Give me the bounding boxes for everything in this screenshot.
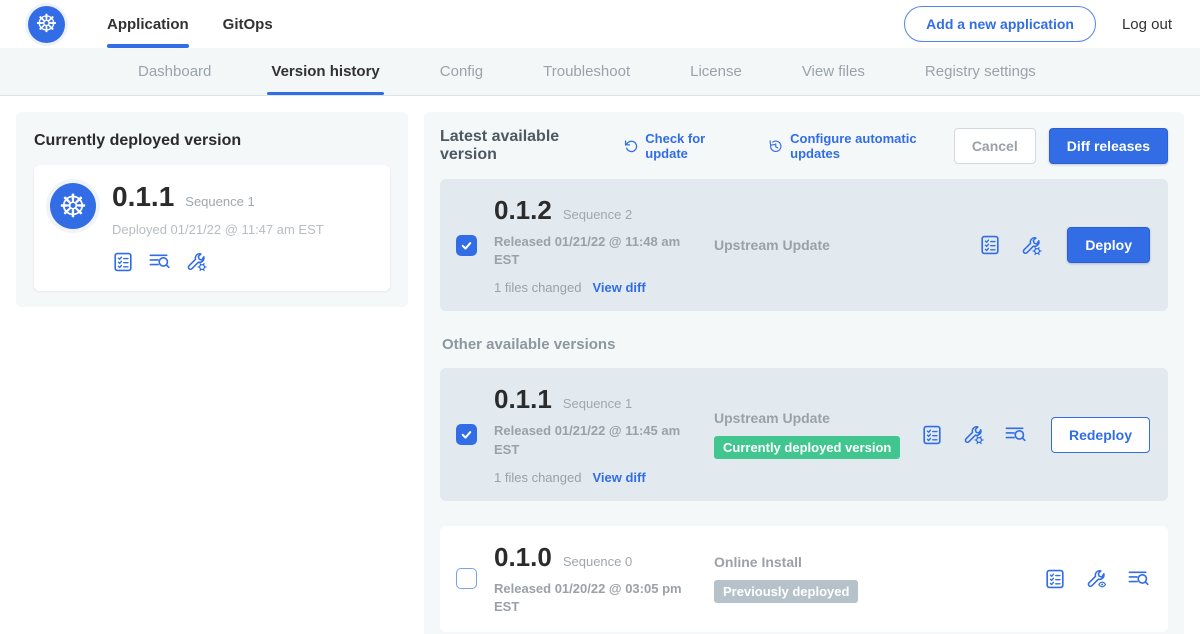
preflight-checklist-icon[interactable] (1044, 568, 1066, 590)
subtab-view-files[interactable]: View files (802, 48, 865, 95)
view-diff-link[interactable]: View diff (592, 470, 645, 485)
released-timestamp: Released 01/21/22 @ 11:45 am EST (494, 422, 689, 458)
sequence-label: Sequence 2 (563, 207, 632, 222)
kubernetes-glyph: ☸ (35, 12, 57, 37)
configure-updates-label: Configure automatic updates (790, 131, 954, 161)
released-timestamp: Released 01/20/22 @ 03:05 pm EST (494, 580, 689, 616)
version-checkbox[interactable] (456, 235, 477, 256)
version-actions: Redeploy (921, 417, 1152, 453)
other-versions-title: Other available versions (442, 336, 1168, 353)
kubernetes-glyph: ☸ (59, 190, 88, 222)
version-row-0-1-1: 0.1.1 Sequence 1 Released 01/21/22 @ 11:… (440, 368, 1168, 500)
version-number: 0.1.1 (494, 384, 552, 415)
currently-deployed-title: Currently deployed version (34, 132, 390, 150)
subtab-version-history[interactable]: Version history (271, 48, 379, 95)
subtab-license[interactable]: License (690, 48, 742, 95)
check-for-update-label: Check for update (645, 131, 741, 161)
deploy-logs-icon[interactable] (148, 250, 171, 273)
header-actions: Cancel Diff releases (954, 128, 1168, 164)
app-subnav: Dashboard Version history Config Trouble… (0, 48, 1200, 96)
version-info: 0.1.0 Sequence 0 Released 01/20/22 @ 03:… (494, 542, 700, 616)
version-info: 0.1.1 Sequence 1 Released 01/21/22 @ 11:… (494, 384, 700, 484)
preflight-checklist-icon[interactable] (112, 251, 134, 273)
diff-releases-button[interactable]: Diff releases (1049, 128, 1168, 164)
sequence-label: Sequence 1 (563, 396, 632, 411)
currently-deployed-panel: Currently deployed version ☸ 0.1.1 Seque… (16, 112, 408, 307)
cancel-button[interactable]: Cancel (954, 128, 1036, 164)
deploy-button[interactable]: Deploy (1067, 227, 1150, 263)
configure-updates-link[interactable]: Configure automatic updates (768, 131, 954, 161)
add-application-button[interactable]: Add a new application (904, 6, 1096, 42)
latest-version-title: Latest available version (440, 128, 605, 164)
subtab-config[interactable]: Config (440, 48, 483, 95)
config-wrench-icon[interactable] (962, 423, 985, 446)
version-source: Online Install Previously deployed (700, 554, 1044, 603)
deployed-version-info: 0.1.1 Sequence 1 Deployed 01/21/22 @ 11:… (112, 181, 324, 273)
sequence-label: Sequence 0 (563, 554, 632, 569)
subtab-troubleshoot[interactable]: Troubleshoot (543, 48, 630, 95)
latest-version-header: Latest available version Check for updat… (440, 128, 1168, 164)
preflight-checklist-icon[interactable] (979, 234, 1001, 256)
config-view-wrench-icon[interactable] (1085, 567, 1108, 590)
view-diff-link[interactable]: View diff (592, 280, 645, 295)
tab-gitops[interactable]: GitOps (223, 0, 273, 48)
version-info: 0.1.2 Sequence 2 Released 01/21/22 @ 11:… (494, 195, 700, 295)
preflight-checklist-icon[interactable] (921, 424, 943, 446)
deploy-logs-icon[interactable] (1127, 567, 1150, 590)
version-checkbox[interactable] (456, 424, 477, 445)
files-changed: 1 files changedView diff (494, 470, 700, 485)
deploy-logs-icon[interactable] (1004, 423, 1027, 446)
previously-deployed-badge: Previously deployed (714, 580, 858, 603)
version-actions: Deploy (979, 227, 1152, 263)
config-wrench-icon[interactable] (185, 250, 208, 273)
currently-deployed-badge: Currently deployed version (714, 436, 900, 459)
version-history-page: Currently deployed version ☸ 0.1.1 Seque… (0, 96, 1200, 634)
deployed-version-number: 0.1.1 (112, 181, 174, 213)
deployed-sequence-label: Sequence 1 (185, 194, 254, 209)
deployed-timestamp: Deployed 01/21/22 @ 11:47 am EST (112, 222, 324, 237)
version-actions (1044, 567, 1152, 590)
version-number: 0.1.2 (494, 195, 552, 226)
auto-update-clock-icon (768, 138, 783, 155)
files-changed: 1 files changedView diff (494, 280, 700, 295)
version-checkbox[interactable] (456, 568, 477, 589)
logout-button[interactable]: Log out (1122, 16, 1172, 33)
version-source: Upstream Update Currently deployed versi… (700, 410, 921, 459)
config-wrench-icon[interactable] (1020, 234, 1043, 257)
top-tabs: Application GitOps (107, 0, 273, 48)
tab-application[interactable]: Application (107, 0, 189, 48)
app-kubernetes-icon: ☸ (50, 183, 96, 229)
version-source: Upstream Update (700, 237, 979, 253)
topnav-right: Add a new application Log out (904, 6, 1172, 42)
check-for-update-link[interactable]: Check for update (623, 131, 742, 161)
released-timestamp: Released 01/21/22 @ 11:48 am EST (494, 233, 689, 269)
available-versions-panel: Latest available version Check for updat… (424, 112, 1184, 634)
subtab-dashboard[interactable]: Dashboard (138, 48, 211, 95)
refresh-icon (623, 138, 638, 155)
redeploy-button[interactable]: Redeploy (1051, 417, 1150, 453)
deployed-version-card: ☸ 0.1.1 Sequence 1 Deployed 01/21/22 @ 1… (34, 165, 390, 291)
version-row-0-1-0: 0.1.0 Sequence 0 Released 01/20/22 @ 03:… (440, 526, 1168, 632)
version-row-0-1-2: 0.1.2 Sequence 2 Released 01/21/22 @ 11:… (440, 179, 1168, 311)
top-navbar: ☸ Application GitOps Add a new applicati… (0, 0, 1200, 48)
subtab-registry-settings[interactable]: Registry settings (925, 48, 1036, 95)
version-number: 0.1.0 (494, 542, 552, 573)
kubernetes-logo-icon: ☸ (28, 6, 65, 43)
